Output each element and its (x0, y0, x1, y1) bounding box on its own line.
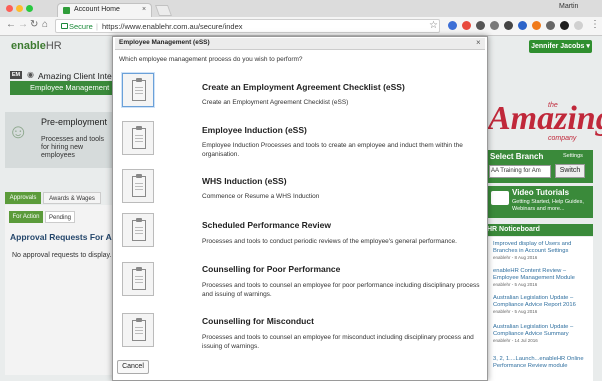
dialog-prompt: Which employee management process do you… (119, 56, 303, 63)
extension-icon[interactable] (490, 21, 499, 30)
approvals-title: Approval Requests For Ac (10, 232, 117, 242)
subtab-for-action[interactable]: For Action (9, 211, 43, 223)
clipboard-shape (132, 267, 146, 290)
brand-the: the (548, 102, 558, 109)
select-branch-title: Select Branch (490, 152, 544, 161)
close-window-button[interactable] (6, 5, 13, 12)
brand-company: company (548, 135, 577, 142)
notice-item[interactable]: Improved display of Users and Branches i… (493, 241, 589, 261)
notice-link[interactable]: Australian Legislation Update – Complian… (493, 324, 589, 338)
browser-tab[interactable]: Account Home × (57, 3, 152, 17)
subtab-pending[interactable]: Pending (45, 211, 75, 223)
reload-icon[interactable]: ↻ (30, 19, 38, 31)
option-title[interactable]: WHS Induction (eSS) (202, 176, 287, 186)
clipboard-shape (132, 318, 146, 341)
option-description: Create an Employment Agreement Checklist… (202, 99, 349, 106)
clipboard-shape (132, 78, 146, 101)
video-tutorials-title: Video Tutorials (512, 188, 570, 197)
preemployment-title: Pre-employment (41, 117, 108, 127)
notice-link[interactable]: Improved display of Users and Branches i… (493, 241, 589, 255)
option-description: Employee Induction Processes and tools t… (202, 142, 463, 158)
video-icon (491, 191, 509, 205)
back-icon[interactable]: ← (6, 19, 16, 31)
approvals-panel (5, 205, 113, 375)
clipboard-icon[interactable] (122, 262, 154, 296)
clipboard-icon[interactable] (122, 213, 154, 247)
video-tutorials-description: Getting Started, Help Guides, Webinars a… (512, 199, 584, 212)
branch-select[interactable]: AA Training for Am (489, 165, 551, 178)
tab-close-icon[interactable]: × (142, 6, 146, 13)
notice-link[interactable]: 3, 2, 1....Launch...enableHR Online Perf… (493, 356, 589, 370)
logo-suffix: HR (45, 40, 62, 52)
noticeboard-title: HR Noticeboard (487, 224, 593, 236)
notice-link[interactable]: Australian Legislation Update – Complian… (493, 295, 589, 309)
bookmark-star-icon[interactable]: ☆ (429, 20, 438, 31)
approvals-empty: No approval requests to display. (12, 252, 112, 259)
option-title[interactable]: Scheduled Performance Review (202, 220, 331, 230)
switch-button[interactable]: Switch (555, 164, 585, 178)
secure-label: Secure (69, 22, 93, 31)
minimize-window-button[interactable] (16, 5, 23, 12)
tab-approvals[interactable]: Approvals (5, 192, 41, 204)
notice-item[interactable]: enableHR Content Review – Employee Manag… (493, 268, 589, 288)
option-title[interactable]: Counselling for Misconduct (202, 316, 314, 326)
browser-menu-icon[interactable]: ⋮ (590, 19, 600, 31)
favicon-icon (63, 7, 70, 14)
address-bar[interactable]: Secure | https://www.enablehr.com.au/sec… (55, 19, 440, 33)
extension-icon[interactable] (518, 21, 527, 30)
extension-icon[interactable] (532, 21, 541, 30)
notice-meta: enablehr - 8 Aug 2016 (493, 255, 538, 260)
forward-icon[interactable]: → (18, 19, 28, 31)
clipboard-icon[interactable] (122, 73, 154, 107)
clipboard-shape (132, 218, 146, 241)
select-branch-settings[interactable]: Settings (563, 153, 583, 159)
extension-icon[interactable] (504, 21, 513, 30)
preemployment-description: Processes and tools for hiring new emplo… (41, 136, 105, 159)
clipboard-icon[interactable] (122, 121, 154, 155)
notice-link[interactable]: enableHR Content Review – Employee Manag… (493, 268, 589, 282)
logo-main: enable (11, 40, 46, 52)
option-description: Processes and tools to counsel an employ… (202, 282, 480, 298)
user-menu-button[interactable]: Jennifer Jacobs ▾ (529, 40, 592, 53)
dialog-close-icon[interactable]: × (476, 38, 481, 47)
home-icon[interactable]: ⌂ (42, 19, 48, 31)
extension-icon[interactable] (448, 21, 457, 30)
tab-title: Account Home (74, 6, 120, 13)
enablehr-logo: enableHR (11, 40, 62, 52)
dialog-title: Employee Management (eSS) (119, 39, 210, 46)
extension-icon[interactable] (560, 21, 569, 30)
profile-name[interactable]: Martin (559, 3, 578, 10)
globe-icon: ◉ (27, 70, 34, 79)
tab-awards-wages[interactable]: Awards & Wages (43, 192, 101, 204)
clipboard-shape (132, 174, 146, 197)
maximize-window-button[interactable] (26, 5, 33, 12)
option-title[interactable]: Create an Employment Agreement Checklist… (202, 82, 405, 92)
em-badge: EM (10, 71, 22, 79)
option-description: Processes and tools to conduct periodic … (202, 238, 457, 245)
cancel-button[interactable]: Cancel (117, 360, 149, 374)
notice-item[interactable]: 3, 2, 1....Launch...enableHR Online Perf… (493, 356, 589, 370)
option-title[interactable]: Counselling for Poor Performance (202, 264, 340, 274)
lock-icon (61, 23, 68, 29)
notice-meta: enablehr - 5 Aug 2016 (493, 282, 538, 287)
notice-meta: enablehr - 5 Aug 2016 (493, 309, 538, 314)
option-description: Processes and tools to counsel an employ… (202, 334, 474, 350)
url-text: https://www.enablehr.com.au/secure/index (102, 22, 243, 31)
option-title[interactable]: Employee Induction (eSS) (202, 125, 307, 135)
clipboard-icon[interactable] (122, 313, 154, 347)
extension-icon[interactable] (462, 21, 471, 30)
clipboard-shape (132, 126, 146, 149)
option-description: Commence or Resume a WHS Induction (202, 193, 320, 200)
employee-management-button[interactable]: Employee Management (10, 81, 114, 95)
url-separator: | (96, 22, 98, 31)
extension-icon[interactable] (476, 21, 485, 30)
notice-meta: enablehr - 14 Jul 2016 (493, 338, 538, 343)
brand-name: Amazing (488, 100, 602, 137)
notice-item[interactable]: Australian Legislation Update – Complian… (493, 324, 589, 344)
add-person-icon: ☺ (8, 121, 29, 143)
extension-icon[interactable] (574, 21, 583, 30)
notice-item[interactable]: Australian Legislation Update – Complian… (493, 295, 589, 315)
extension-icon[interactable] (546, 21, 555, 30)
clipboard-icon[interactable] (122, 169, 154, 203)
